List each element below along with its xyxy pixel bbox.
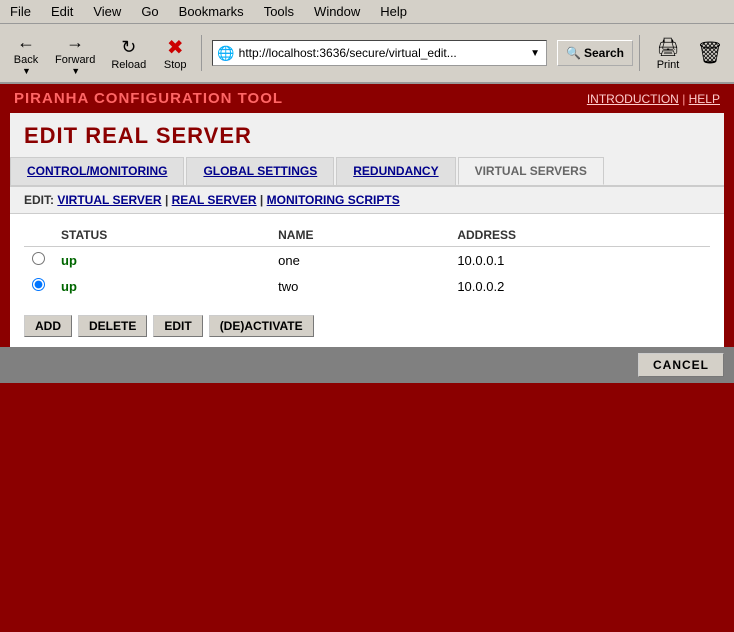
app-header: PIRANHA CONFIGURATION TOOL INTRODUCTION … [0,84,734,113]
add-button[interactable]: ADD [24,315,72,337]
page-content: EDIT REAL SERVER CONTROL/MONITORING GLOB… [10,113,724,347]
col-radio [24,224,53,247]
trash-icon: 🗑 [696,40,724,66]
breadcrumb-virtual-server[interactable]: VIRTUAL SERVER [57,193,161,207]
toolbar: ← Back ▼ → Forward ▼ ↻ Reload ✖ Stop 🌐 h… [0,24,734,84]
row2-radio[interactable] [32,278,45,291]
brand-name: PIRANHA [14,90,89,107]
stop-icon: ✖ [163,35,187,59]
address-bar[interactable]: 🌐 http://localhost:3636/secure/virtual_e… [212,40,547,66]
back-button[interactable]: ← Back ▼ [6,27,46,79]
bottom-area [0,383,734,543]
menu-file[interactable]: File [4,2,37,21]
table-row: up two 10.0.0.2 [24,273,710,299]
row2-address: 10.0.0.2 [449,273,710,299]
breadcrumb-monitoring-scripts[interactable]: MONITORING SCRIPTS [267,193,400,207]
row2-status: up [53,273,270,299]
table-area: STATUS NAME ADDRESS up one 10.0.0.1 [10,214,724,309]
browser-content: PIRANHA CONFIGURATION TOOL INTRODUCTION … [0,84,734,632]
app-title-text: CONFIGURATION TOOL [89,90,283,107]
reload-button[interactable]: ↻ Reload [104,32,153,74]
table-row: up one 10.0.0.1 [24,247,710,274]
back-icon: ← [14,30,38,54]
menu-view[interactable]: View [87,2,127,21]
forward-icon: → [63,30,87,54]
help-link[interactable]: HELP [689,92,720,106]
menu-help[interactable]: Help [374,2,413,21]
menu-tools[interactable]: Tools [258,2,300,21]
edit-prefix: EDIT: [24,193,54,207]
menu-edit[interactable]: Edit [45,2,79,21]
row1-name: one [270,247,449,274]
stop-label: Stop [164,59,187,71]
reload-label: Reload [111,59,146,71]
search-icon: 🔍 [566,46,581,60]
row1-status: up [53,247,270,274]
app-title: PIRANHA CONFIGURATION TOOL [14,90,283,107]
address-dropdown-icon[interactable]: ▼ [528,48,542,59]
print-icon: 🖨 [656,35,680,59]
tab-virtual-servers[interactable]: VIRTUAL SERVERS [458,157,604,185]
address-icon: 🌐 [217,45,234,62]
breadcrumb-sep-2: | [260,193,267,207]
trash-button[interactable]: 🗑 [692,37,728,69]
breadcrumb-real-server[interactable]: REAL SERVER [172,193,257,207]
forward-label: Forward [55,54,95,66]
edit-breadcrumb: EDIT: VIRTUAL SERVER | REAL SERVER | MON… [10,187,724,214]
row2-radio-cell [24,273,53,299]
nav-tabs: CONTROL/MONITORING GLOBAL SETTINGS REDUN… [10,157,724,187]
tab-redundancy[interactable]: REDUNDANCY [336,157,455,185]
back-label: Back [14,54,38,66]
row2-name: two [270,273,449,299]
forward-arrow-icon: ▼ [71,66,80,76]
address-text: http://localhost:3636/secure/virtual_edi… [239,46,528,60]
col-name: NAME [270,224,449,247]
col-status: STATUS [53,224,270,247]
back-arrow-icon: ▼ [22,66,31,76]
reload-icon: ↻ [117,35,141,59]
menu-bar: File Edit View Go Bookmarks Tools Window… [0,0,734,24]
search-label: Search [584,46,624,60]
row1-address: 10.0.0.1 [449,247,710,274]
delete-button[interactable]: DELETE [78,315,147,337]
page-title: EDIT REAL SERVER [24,123,710,149]
header-links: INTRODUCTION | HELP [587,92,720,106]
page-title-bar: EDIT REAL SERVER [10,113,724,157]
toolbar-separator-2 [639,35,640,71]
footer-bar: CANCEL [0,347,734,383]
action-bar: ADD DELETE EDIT (DE)ACTIVATE [10,309,724,347]
edit-button[interactable]: EDIT [153,315,202,337]
tab-global-settings[interactable]: GLOBAL SETTINGS [186,157,334,185]
print-button[interactable]: 🖨 Print [646,32,690,74]
menu-window[interactable]: Window [308,2,366,21]
stop-button[interactable]: ✖ Stop [155,32,195,74]
forward-button[interactable]: → Forward ▼ [48,27,102,79]
cancel-button[interactable]: CANCEL [638,353,724,377]
row1-radio-cell [24,247,53,274]
introduction-link[interactable]: INTRODUCTION [587,92,679,106]
toolbar-separator [201,35,202,71]
server-table: STATUS NAME ADDRESS up one 10.0.0.1 [24,224,710,299]
row1-radio[interactable] [32,252,45,265]
breadcrumb-sep-1: | [165,193,172,207]
tab-control-monitoring[interactable]: CONTROL/MONITORING [10,157,184,185]
deactivate-button[interactable]: (DE)ACTIVATE [209,315,314,337]
menu-go[interactable]: Go [135,2,164,21]
print-label: Print [657,59,680,71]
search-button[interactable]: 🔍 Search [557,40,633,66]
col-address: ADDRESS [449,224,710,247]
menu-bookmarks[interactable]: Bookmarks [173,2,250,21]
